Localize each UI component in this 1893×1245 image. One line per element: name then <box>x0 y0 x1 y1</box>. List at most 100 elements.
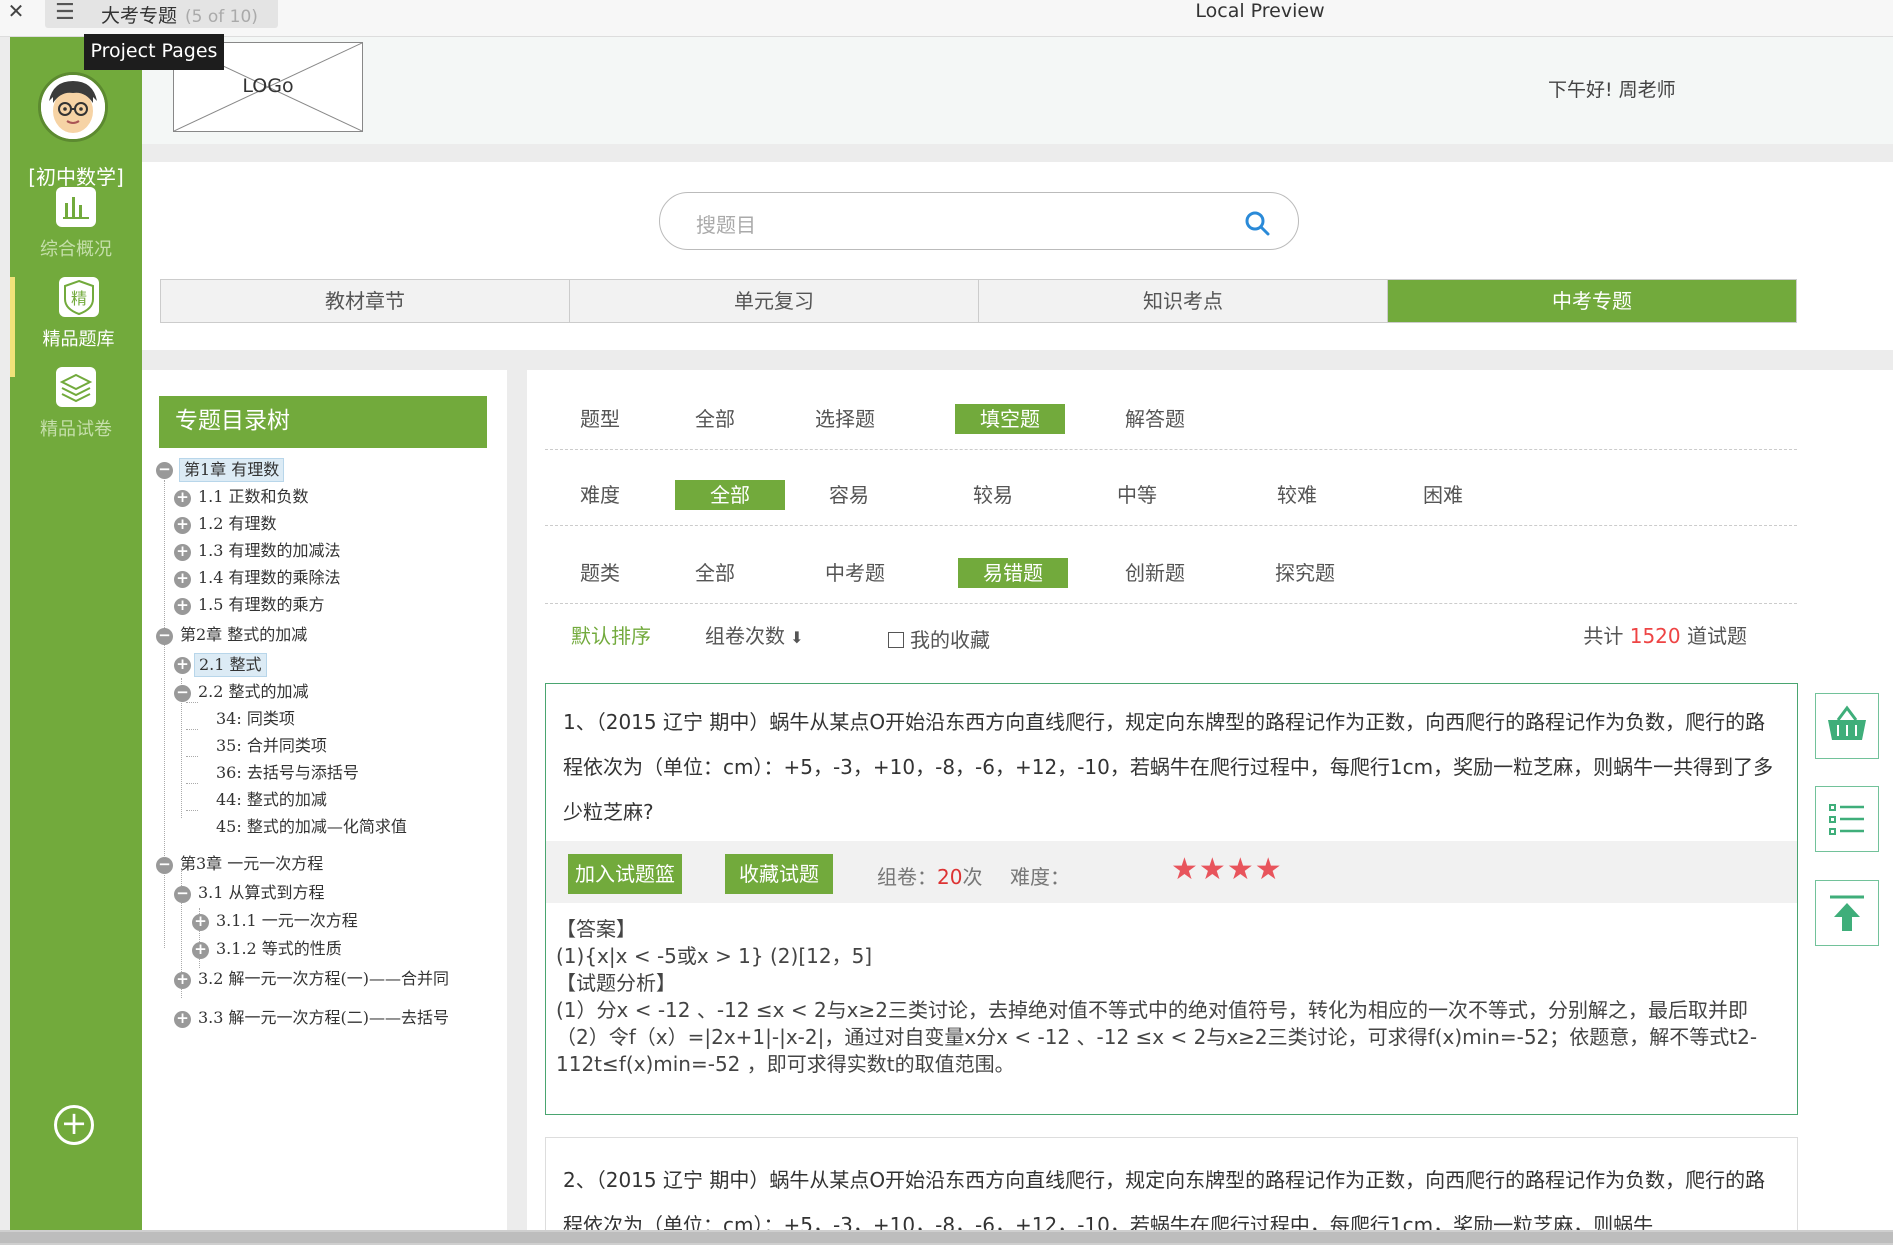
tree-node[interactable]: 1.3 有理数的加减法 <box>198 540 341 562</box>
tree-leaf[interactable]: 34: 同类项 <box>216 708 295 730</box>
tree-node[interactable]: 3.1.2 等式的性质 <box>216 938 342 960</box>
topic-tree-panel: 专题目录树 − 第1章 有理数 + 1.1 正数和负数 + 1.2 有理数 + … <box>142 370 507 1230</box>
hamburger-menu-icon[interactable]: ☰ <box>55 2 75 24</box>
filter-option[interactable]: 容易 <box>809 480 889 510</box>
nav-overview-label: 综合概况 <box>40 239 112 260</box>
tree-node[interactable]: 2.2 整式的加减 <box>198 681 309 703</box>
tab-textbook-chapters[interactable]: 教材章节 <box>161 280 570 322</box>
collapse-icon[interactable]: − <box>156 628 173 645</box>
page-header: LOGo 下午好! 周老师 <box>142 37 1893 144</box>
filter-option[interactable]: 探究题 <box>1255 558 1355 588</box>
filter-option[interactable]: 较易 <box>953 480 1033 510</box>
tab-unit-review[interactable]: 单元复习 <box>570 280 979 322</box>
tree-leaf[interactable]: 36: 去括号与添括号 <box>216 762 359 784</box>
window-title: Local Preview <box>1195 0 1325 22</box>
topic-tree: − 第1章 有理数 + 1.1 正数和负数 + 1.2 有理数 + 1.3 有理… <box>142 456 507 1236</box>
tree-node-chapter-3[interactable]: 第3章 一元一次方程 <box>180 853 323 875</box>
category-tabs: 教材章节 单元复习 知识考点 中考专题 <box>160 279 1797 323</box>
horizontal-scrollbar[interactable] <box>0 1230 1893 1245</box>
arrow-down-icon: ⬇ <box>785 628 804 647</box>
tree-node[interactable]: 1.1 正数和负数 <box>198 486 309 508</box>
filter-option-selected[interactable]: 填空题 <box>955 404 1065 434</box>
expand-icon[interactable]: + <box>192 914 209 931</box>
favorite-question-button[interactable]: 收藏试题 <box>725 854 833 894</box>
expand-icon[interactable]: + <box>174 657 191 674</box>
page-tab[interactable]: ☰ 大考专题 (5 of 10) <box>45 0 278 28</box>
filter-option[interactable]: 创新题 <box>1105 558 1205 588</box>
avatar[interactable] <box>38 72 108 142</box>
search-placeholder: 搜题目 <box>696 213 756 237</box>
nav-papers[interactable]: 精品试卷 <box>10 367 142 467</box>
tree-node[interactable]: 1.4 有理数的乘除法 <box>198 567 341 589</box>
favorites-label: 我的收藏 <box>910 628 990 652</box>
tree-node-chapter-1[interactable]: 第1章 有理数 <box>179 458 285 482</box>
filter-option-selected[interactable]: 易错题 <box>958 558 1068 588</box>
favorites-filter[interactable]: 我的收藏 <box>888 624 990 653</box>
nav-question-bank[interactable]: 精 精品题库 <box>10 277 142 377</box>
tree-node[interactable]: 1.2 有理数 <box>198 513 277 535</box>
question-actions: 加入试题篮 收藏试题 组卷：20次 难度： ★★★★ <box>546 841 1797 903</box>
expand-icon[interactable]: + <box>174 544 191 561</box>
tree-node[interactable]: 3.1 从算式到方程 <box>198 882 325 904</box>
expand-icon[interactable]: + <box>174 490 191 507</box>
tree-node[interactable]: 1.5 有理数的乘方 <box>198 594 325 616</box>
left-sidebar: [初中数学] 综合概况 精 精品题库 精品试卷 + <box>10 37 142 1230</box>
expand-icon[interactable]: + <box>192 942 209 959</box>
search-input[interactable]: 搜题目 <box>659 192 1299 250</box>
filter-option[interactable]: 困难 <box>1403 480 1483 510</box>
tree-leaf[interactable]: 44: 整式的加减 <box>216 789 327 811</box>
expand-icon[interactable]: + <box>174 517 191 534</box>
filter-option[interactable]: 中等 <box>1097 480 1177 510</box>
nav-question-bank-label: 精品题库 <box>42 329 115 350</box>
scrollbar-thumb[interactable] <box>0 1232 1893 1243</box>
tree-node-chapter-2[interactable]: 第2章 整式的加减 <box>180 624 307 646</box>
total-number: 1520 <box>1629 624 1681 648</box>
filter-row-category: 题类 全部 中考题 易错题 创新题 探究题 <box>545 544 1797 604</box>
question-card: 1、（2015 辽宁 期中）蜗牛从某点O开始沿东西方向直线爬行，规定向东牌型的路… <box>545 683 1798 1115</box>
subject-label: [初中数学] <box>28 165 124 189</box>
page-tab-count: (5 of 10) <box>185 7 258 27</box>
tree-node-selected[interactable]: 2.1 整式 <box>194 653 267 677</box>
list-icon <box>1829 804 1864 835</box>
star-icon: ★ <box>1171 852 1199 887</box>
collapse-icon[interactable]: − <box>174 685 191 702</box>
filter-option[interactable]: 全部 <box>675 558 755 588</box>
add-icon[interactable]: + <box>54 1105 94 1145</box>
search-icon[interactable] <box>1244 210 1270 236</box>
tab-knowledge-points[interactable]: 知识考点 <box>979 280 1388 322</box>
favorites-checkbox[interactable] <box>888 632 904 648</box>
filter-option[interactable]: 解答题 <box>1105 404 1205 434</box>
add-to-basket-button[interactable]: 加入试题篮 <box>568 854 682 894</box>
filter-option[interactable]: 较难 <box>1257 480 1337 510</box>
tree-node[interactable]: 3.3 解一元一次方程(二)——去括号 <box>198 1007 449 1029</box>
expand-icon[interactable]: + <box>174 1011 191 1028</box>
expand-icon[interactable]: + <box>174 972 191 989</box>
question-basket-button[interactable] <box>1815 693 1879 759</box>
tab-exam-topics[interactable]: 中考专题 <box>1388 280 1796 322</box>
filter-label: 题型 <box>580 407 620 431</box>
tree-node[interactable]: 3.2 解一元一次方程(一)——合并同 <box>198 968 449 990</box>
filter-option[interactable]: 全部 <box>675 404 755 434</box>
sort-bar: 默认排序 组卷次数 ⬇ 我的收藏 共计 1520 道试题 <box>545 620 1797 660</box>
expand-icon[interactable]: + <box>174 571 191 588</box>
sort-default[interactable]: 默认排序 <box>571 620 651 649</box>
tree-node[interactable]: 3.1.1 一元一次方程 <box>216 910 358 932</box>
analysis-text: (1）分x < -12 、-12 ≤x < 2与x≥2三类讨论，去掉绝对值不等式… <box>556 998 1758 1076</box>
back-to-top-button[interactable] <box>1815 880 1879 946</box>
question-list-panel: 题型 全部 选择题 填空题 解答题 难度 全部 容易 较易 中等 较难 困难 题… <box>527 370 1893 1245</box>
filter-option[interactable]: 选择题 <box>795 404 895 434</box>
filter-option[interactable]: 中考题 <box>805 558 905 588</box>
collapse-icon[interactable]: − <box>174 886 191 903</box>
close-icon[interactable]: ✕ <box>4 0 28 24</box>
sort-by-count[interactable]: 组卷次数 ⬇ <box>705 620 804 649</box>
tree-leaf[interactable]: 45: 整式的加减—化简求值 <box>216 816 407 838</box>
collapse-icon[interactable]: − <box>156 857 173 874</box>
svg-text:精: 精 <box>70 289 86 308</box>
filter-option-selected[interactable]: 全部 <box>675 480 785 510</box>
expand-icon[interactable]: + <box>174 598 191 615</box>
collapse-icon[interactable]: − <box>156 462 173 479</box>
star-icon: ★ <box>1226 852 1255 887</box>
tree-leaf[interactable]: 35: 合并同类项 <box>216 735 327 757</box>
nav-overview[interactable]: 综合概况 <box>10 187 142 287</box>
list-view-button[interactable] <box>1815 786 1879 852</box>
